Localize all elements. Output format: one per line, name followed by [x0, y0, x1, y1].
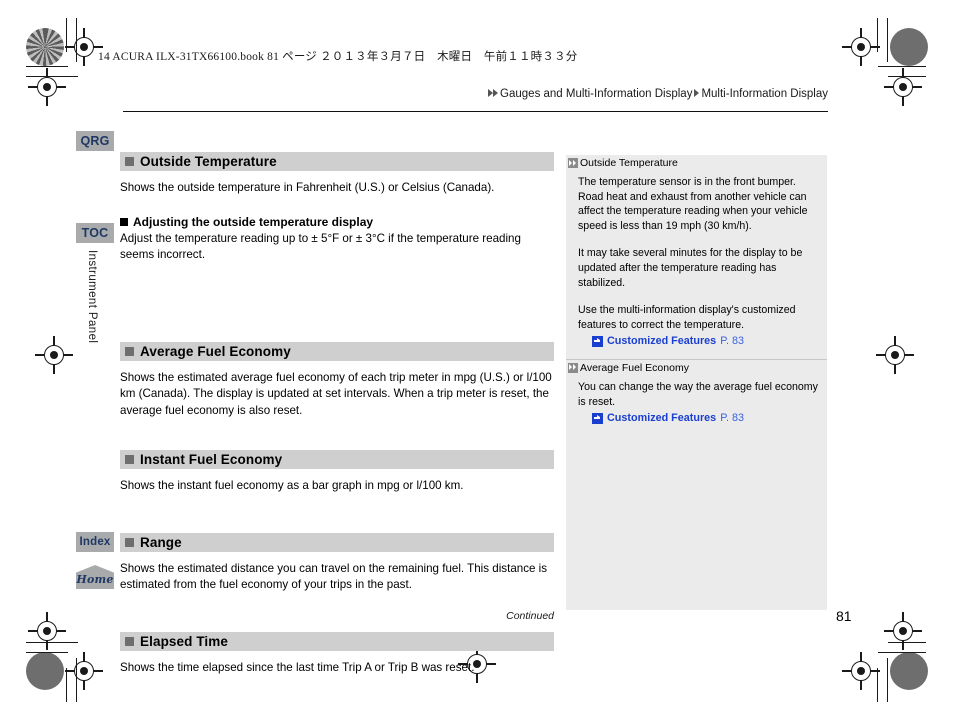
registration-mark-inner-top-left — [28, 68, 66, 106]
subsection-bullet-icon — [120, 217, 128, 226]
section-bullet-icon — [125, 636, 134, 646]
section-body-outside-temperature: Shows the outside temperature in Fahrenh… — [120, 181, 495, 194]
section-body-elapsed-time: Shows the time elapsed since the last ti… — [120, 660, 475, 674]
section-body-range: Shows the estimated distance you can tra… — [120, 561, 548, 592]
color-target-mark-top-left — [26, 28, 64, 66]
section-title: Outside Temperature — [140, 154, 277, 169]
note-body-outside-temperature: The temperature sensor is in the front b… — [566, 171, 827, 355]
chapter-label: Instrument Panel — [86, 250, 98, 344]
sidebar-tab-home[interactable]: Home — [76, 565, 114, 589]
subsection-title: Adjusting the outside temperature displa… — [133, 214, 374, 229]
note-paragraph: The temperature sensor is in the front b… — [578, 176, 808, 232]
registration-mark-left-middle — [35, 336, 73, 374]
crop-mark-top-right-v1 — [877, 18, 879, 52]
crop-mark-bottom-left-h2 — [26, 642, 78, 644]
color-target-mark-bottom-left — [26, 652, 64, 690]
subsection-body-adjusting-display: Adjust the temperature reading up to ± 5… — [120, 231, 521, 262]
registration-mark-right-middle — [876, 336, 914, 374]
link-page-ref[interactable]: P. 83 — [720, 411, 744, 426]
breadcrumb-parent[interactable]: Gauges and Multi-Information Display — [500, 88, 692, 100]
note-paragraph: Use the multi-information display's cust… — [578, 304, 796, 331]
crop-mark-bottom-left-v2 — [76, 658, 78, 702]
double-arrow-icon — [568, 362, 578, 373]
note-title-text: Outside Temperature — [580, 157, 678, 169]
note-link-customized-features[interactable]: Customized Features P. 83 — [578, 334, 819, 349]
crop-mark-top-right-v2 — [887, 18, 889, 62]
header-divider — [123, 111, 828, 113]
crop-mark-top-left-h1 — [26, 66, 68, 68]
section-title: Instant Fuel Economy — [140, 452, 283, 467]
sidebar-tab-index[interactable]: Index — [76, 532, 114, 552]
section-bullet-icon — [125, 157, 134, 166]
crop-mark-top-left-h2 — [26, 76, 78, 78]
page-number: 81 — [836, 608, 852, 624]
crop-mark-bottom-right-h2 — [888, 642, 926, 644]
breadcrumb-current: Multi-Information Display — [701, 88, 828, 100]
section-bullet-icon — [125, 346, 134, 356]
sidebar-tab-toc[interactable]: TOC — [76, 223, 114, 243]
note-paragraph: You can change the way the average fuel … — [578, 380, 818, 408]
crop-mark-bottom-right-h1 — [878, 652, 926, 654]
breadcrumb-arrow-icon-3 — [694, 88, 700, 97]
section-body-instant-fuel-economy: Shows the instant fuel economy as a bar … — [120, 479, 464, 492]
crop-mark-bottom-right-v2 — [887, 658, 889, 702]
note-title-outside-temperature: Outside Temperature — [566, 155, 827, 171]
crop-mark-bottom-left-v1 — [66, 668, 68, 702]
subsection-header-adjusting-display: Adjusting the outside temperature displa… — [120, 215, 554, 229]
note-body-average-fuel-economy: You can change the way the average fuel … — [566, 376, 827, 432]
section-header-range: Range — [120, 532, 554, 552]
link-label[interactable]: Customized Features — [607, 334, 716, 349]
section-title: Range — [140, 534, 182, 550]
section-header-outside-temperature: Outside Temperature — [120, 152, 554, 171]
section-body-average-fuel-economy: Shows the estimated average fuel economy… — [120, 370, 552, 417]
color-target-mark-bottom-right — [890, 652, 928, 690]
side-notes-panel: Outside Temperature The temperature sens… — [566, 155, 827, 610]
crop-mark-top-left-v2 — [76, 18, 78, 62]
note-title-text: Average Fuel Economy — [580, 361, 689, 374]
section-title: Elapsed Time — [140, 633, 228, 649]
registration-mark-bottom-right — [842, 652, 880, 690]
crop-mark-bottom-right-v1 — [877, 668, 879, 702]
sidebar-tab-qrg[interactable]: QRG — [76, 131, 114, 151]
section-bullet-icon — [125, 537, 134, 547]
registration-mark-inner-bottom-left — [28, 612, 66, 650]
note-paragraph: It may take several minutes for the disp… — [578, 247, 803, 289]
double-arrow-icon — [568, 158, 578, 168]
breadcrumb-arrow-icon-2 — [493, 88, 499, 97]
crop-mark-top-right-h2 — [888, 76, 926, 78]
jump-arrow-icon — [592, 412, 603, 424]
link-label[interactable]: Customized Features — [607, 411, 716, 426]
registration-mark-inner-bottom-right — [884, 612, 922, 650]
print-job-info: 14 ACURA ILX-31TX66100.book 81 ページ ２０１３年… — [98, 51, 578, 63]
crop-mark-top-right-h1 — [878, 66, 926, 68]
crop-mark-bottom-left-h1 — [26, 652, 68, 654]
jump-arrow-icon — [592, 336, 603, 348]
crop-mark-top-left-v1 — [66, 18, 68, 52]
section-title: Average Fuel Economy — [140, 343, 291, 359]
breadcrumb: Gauges and Multi-Information Display Mult… — [120, 88, 828, 100]
registration-mark-top-right — [842, 28, 880, 66]
section-header-instant-fuel-economy: Instant Fuel Economy — [120, 450, 554, 469]
registration-mark-inner-top-right — [884, 68, 922, 106]
continued-label: Continued — [506, 610, 554, 622]
registration-mark-bottom-left — [65, 652, 103, 690]
color-target-mark-top-right — [890, 28, 928, 66]
link-page-ref[interactable]: P. 83 — [720, 334, 744, 349]
note-title-average-fuel-economy: Average Fuel Economy — [566, 359, 827, 376]
section-bullet-icon — [125, 455, 134, 464]
note-link-customized-features[interactable]: Customized Features P. 83 — [578, 411, 819, 426]
manual-page: 14 ACURA ILX-31TX66100.book 81 ページ ２０１３年… — [0, 0, 954, 718]
section-header-elapsed-time: Elapsed Time — [120, 631, 554, 651]
section-header-average-fuel-economy: Average Fuel Economy — [120, 341, 554, 361]
